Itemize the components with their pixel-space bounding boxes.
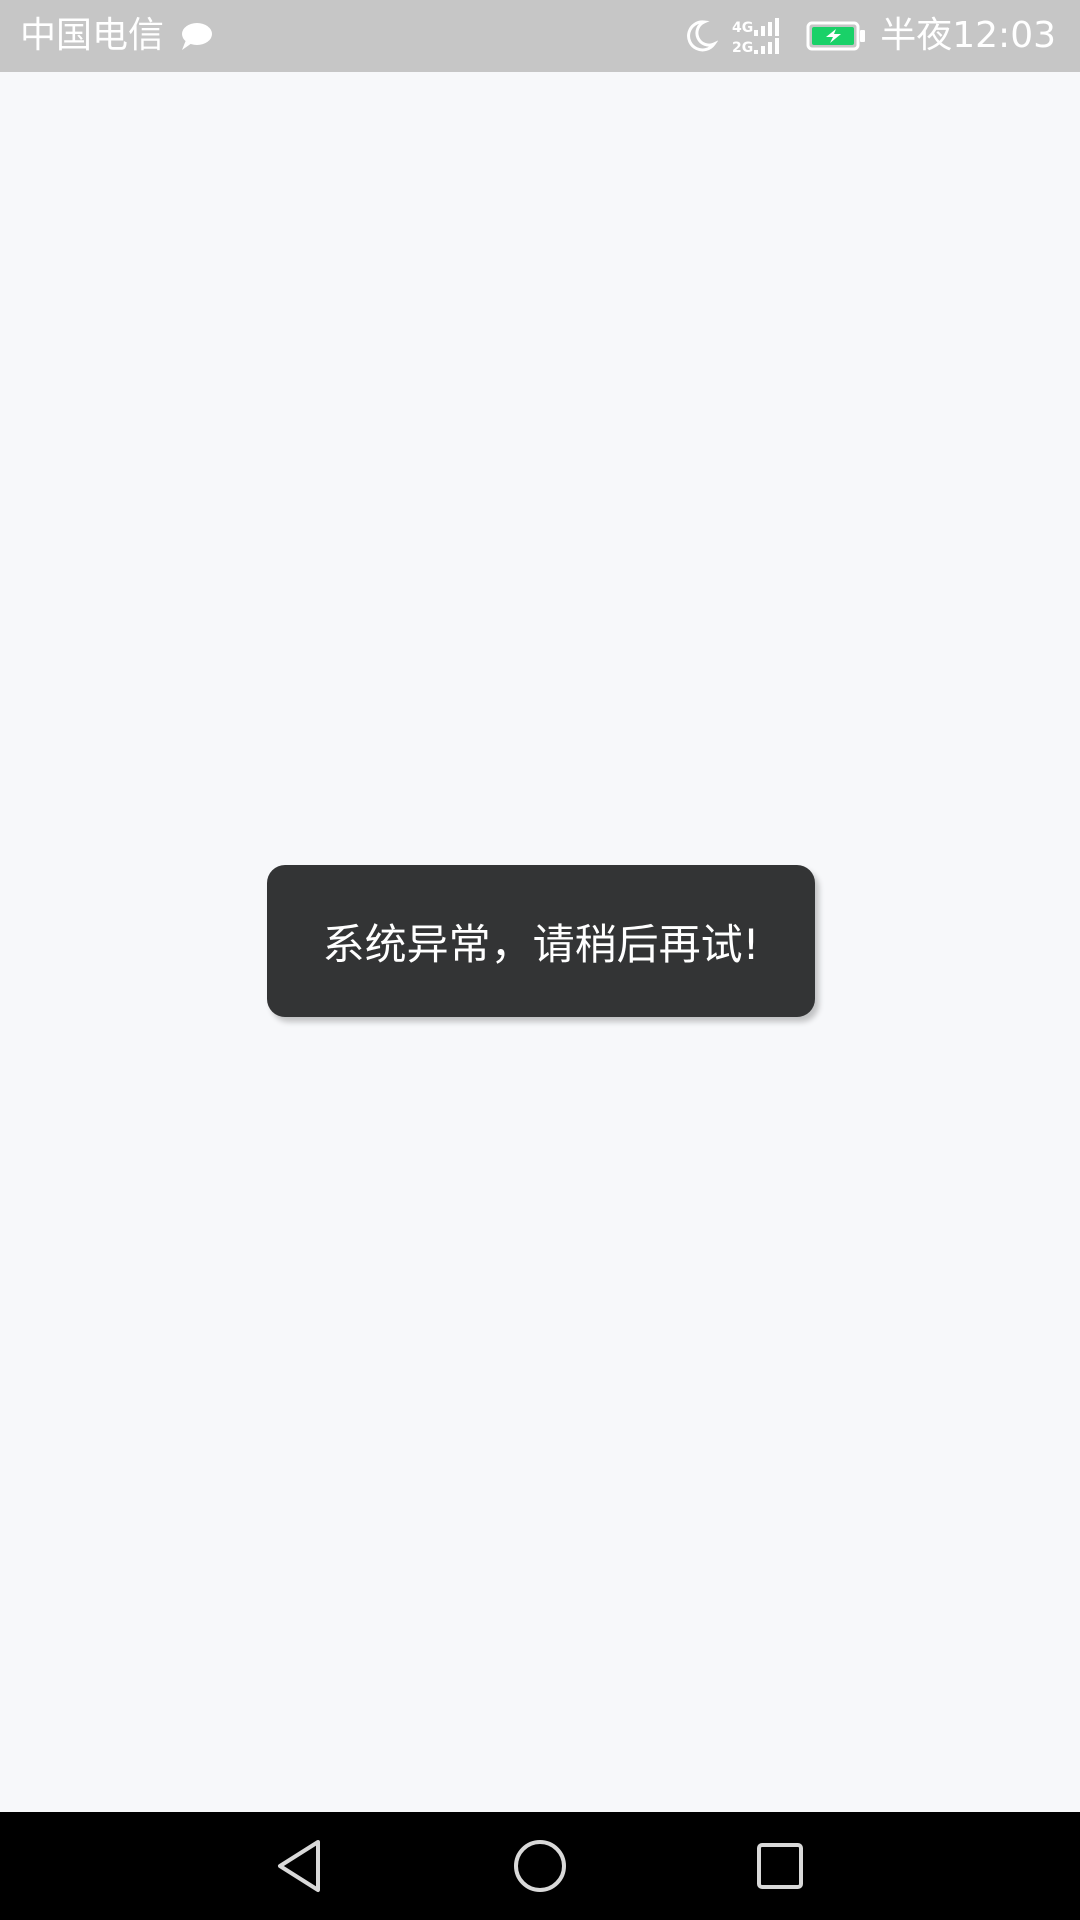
toast-message: 系统异常，请稍后再试! bbox=[267, 865, 815, 1017]
battery-charging-icon bbox=[806, 20, 866, 52]
home-icon bbox=[512, 1838, 568, 1894]
home-button[interactable] bbox=[480, 1812, 600, 1920]
message-icon bbox=[178, 20, 214, 52]
screen: 中国电信 4G 2G 半夜12:03 系统异常，请稍后再试! bbox=[0, 0, 1080, 1920]
moon-icon bbox=[682, 18, 719, 54]
status-bar: 中国电信 4G 2G 半夜12:03 bbox=[0, 0, 1080, 72]
clock: 半夜12:03 bbox=[880, 15, 1056, 56]
signal-icon: 4G 2G bbox=[732, 16, 792, 56]
status-left: 中国电信 bbox=[20, 0, 214, 72]
network-label-bottom: 2G bbox=[732, 40, 753, 56]
recents-button[interactable] bbox=[720, 1812, 840, 1920]
recents-icon bbox=[755, 1841, 805, 1891]
status-right: 4G 2G 半夜12:03 bbox=[682, 0, 1056, 72]
network-label-top: 4G bbox=[732, 20, 753, 36]
toast-text: 系统异常，请稍后再试! bbox=[322, 919, 760, 969]
back-button[interactable] bbox=[240, 1812, 360, 1920]
navigation-bar bbox=[0, 1812, 1080, 1920]
back-icon bbox=[274, 1838, 326, 1894]
carrier-name: 中国电信 bbox=[20, 15, 165, 56]
